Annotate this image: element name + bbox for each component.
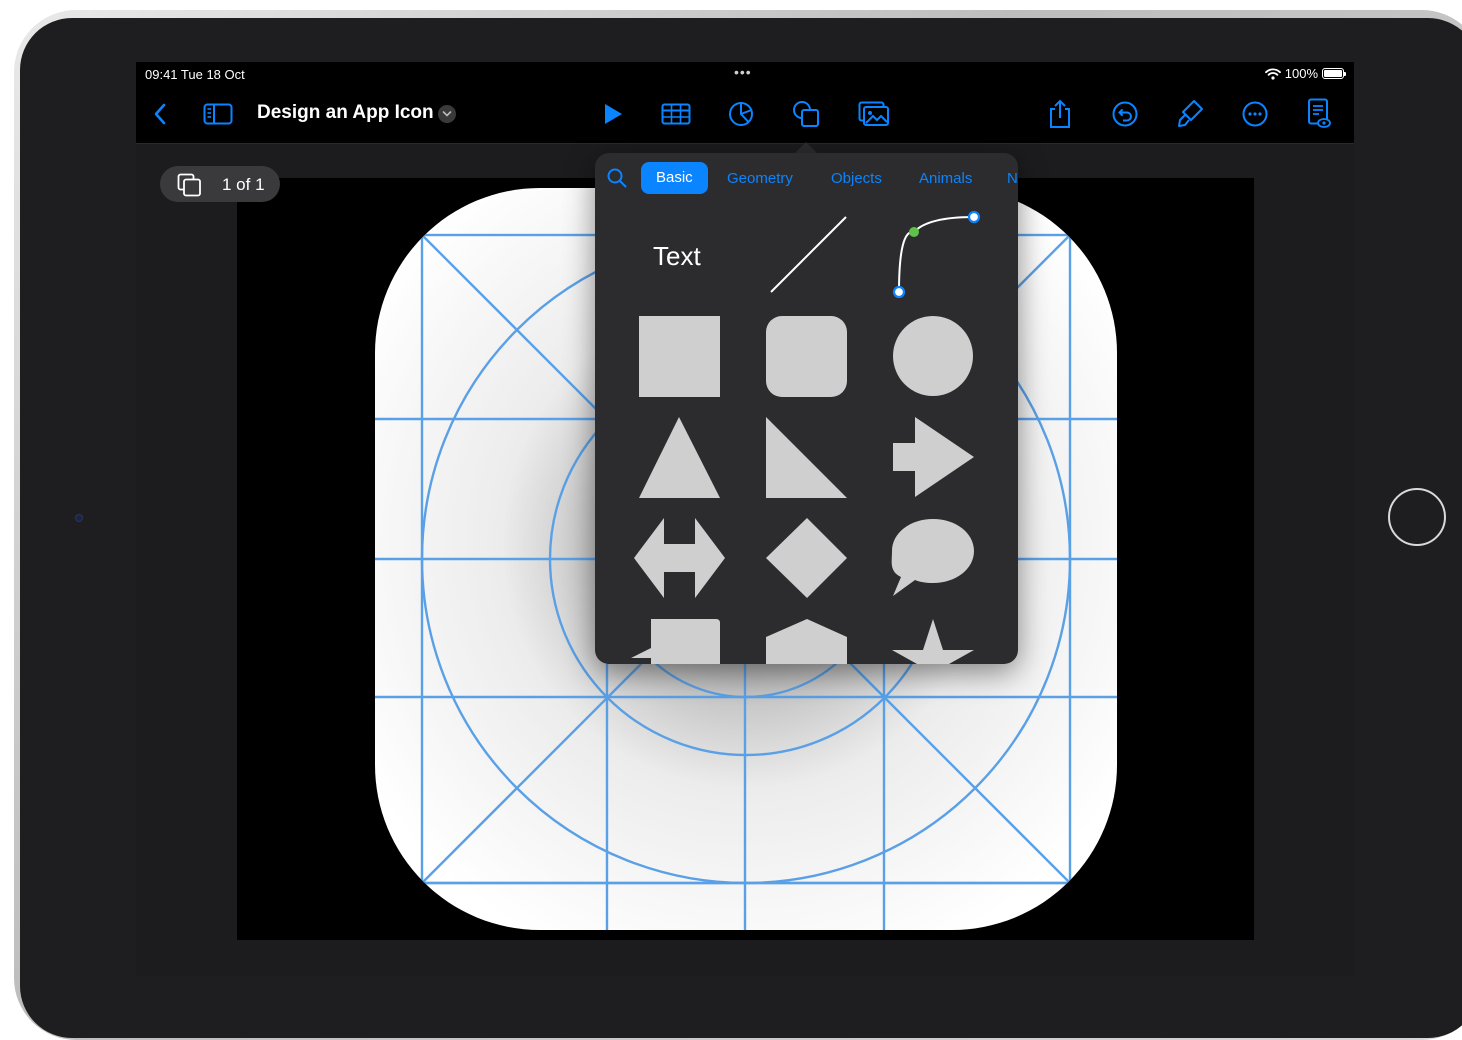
home-button[interactable] xyxy=(1388,488,1446,546)
shape-line[interactable] xyxy=(770,216,847,293)
media-icon[interactable] xyxy=(856,96,892,132)
toolbar: Design an App Icon xyxy=(136,86,1354,144)
play-icon[interactable] xyxy=(595,96,631,132)
back-chevron-icon[interactable] xyxy=(142,96,178,132)
document-title[interactable]: Design an App Icon xyxy=(257,102,434,124)
front-camera xyxy=(76,515,82,521)
shape-speech-bubble[interactable] xyxy=(891,519,974,596)
shape-pentagon[interactable] xyxy=(766,619,847,664)
shape-arrow-right[interactable] xyxy=(893,417,974,497)
battery-percent: 100% xyxy=(1284,66,1318,81)
shape-star[interactable] xyxy=(892,619,974,664)
sidebar-icon[interactable] xyxy=(200,96,236,132)
battery-icon xyxy=(1322,68,1346,79)
screen: 09:41 Tue 18 Oct ••• 100% Design an App … xyxy=(136,62,1354,976)
chart-icon[interactable] xyxy=(723,96,759,132)
status-bar: 09:41 Tue 18 Oct ••• 100% xyxy=(136,62,1354,86)
shape-double-arrow[interactable] xyxy=(634,518,725,598)
undo-icon[interactable] xyxy=(1107,96,1143,132)
shape-triangle[interactable] xyxy=(639,417,720,498)
page-indicator[interactable]: 1 of 1 xyxy=(160,166,280,202)
title-menu-chevron-icon[interactable] xyxy=(438,105,456,123)
presenter-view-icon[interactable] xyxy=(1301,96,1337,132)
page-count-label: 1 of 1 xyxy=(222,175,265,194)
more-icon[interactable] xyxy=(1237,96,1273,132)
shape-diamond[interactable] xyxy=(766,518,847,598)
slides-stack-icon xyxy=(177,173,201,197)
shape-circle[interactable] xyxy=(893,316,973,396)
shapes-popover: Basic Geometry Objects Animals N Text xyxy=(595,153,1018,664)
shape-square[interactable] xyxy=(639,316,720,397)
share-icon[interactable] xyxy=(1042,96,1078,132)
shapes-grid xyxy=(631,210,981,664)
multitasking-dots[interactable]: ••• xyxy=(734,64,752,80)
status-right: 100% xyxy=(1264,66,1346,81)
shape-rounded-square[interactable] xyxy=(766,316,847,397)
wifi-icon xyxy=(1264,67,1281,80)
shapes-icon[interactable] xyxy=(788,96,824,132)
shape-right-triangle[interactable] xyxy=(766,417,847,498)
status-time: 09:41 Tue 18 Oct xyxy=(145,67,245,82)
shape-curve[interactable] xyxy=(892,210,981,299)
table-icon[interactable] xyxy=(658,96,694,132)
shape-callout[interactable] xyxy=(631,619,720,664)
format-brush-icon[interactable] xyxy=(1172,96,1208,132)
